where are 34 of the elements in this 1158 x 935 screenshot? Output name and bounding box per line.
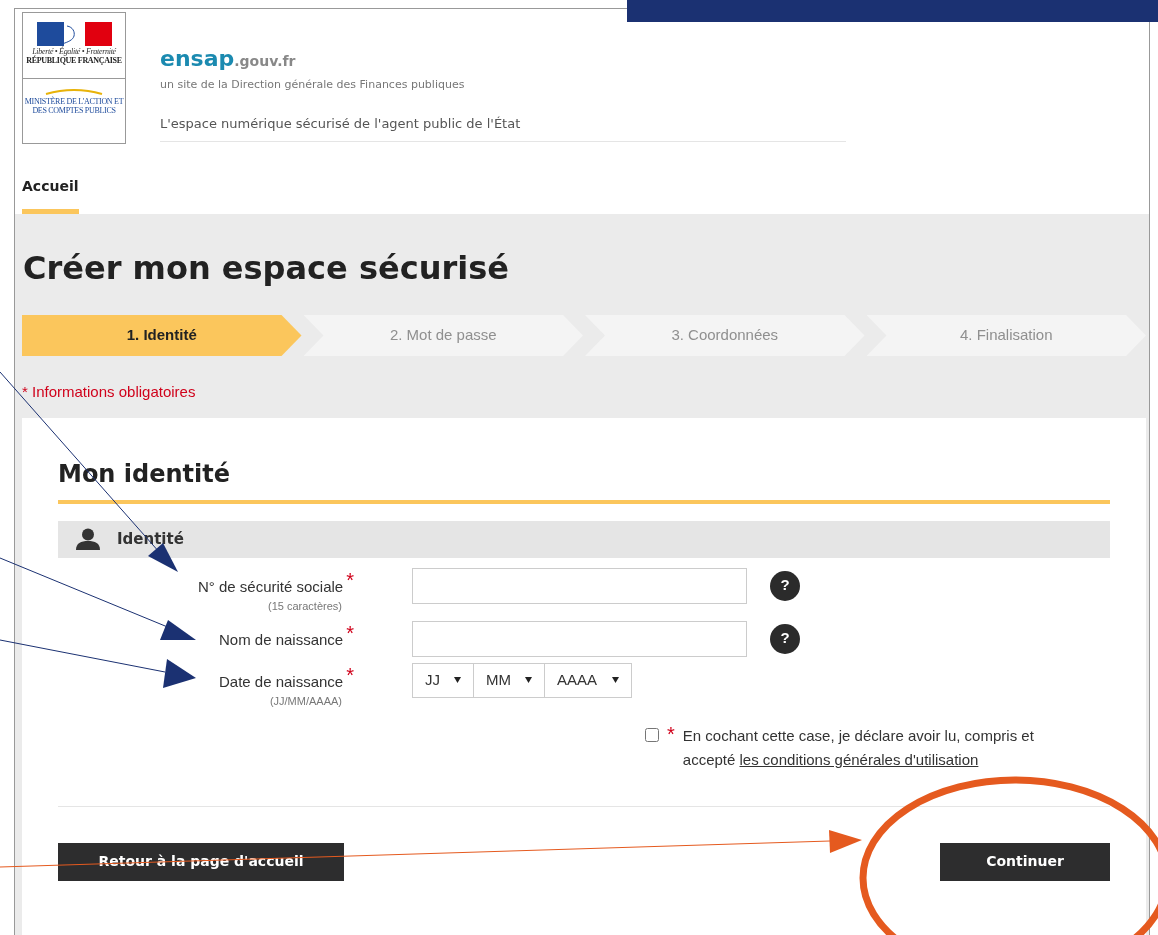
field-hint: (JJ/MM/AAAA)	[269, 694, 343, 709]
page-title: Créer mon espace sécurisé	[23, 248, 510, 289]
flag-logo-icon	[36, 22, 112, 46]
consent-checkbox[interactable]	[645, 727, 659, 742]
caret-icon	[525, 677, 532, 683]
field-label: Nom de naissance	[218, 629, 344, 650]
field-label: N° de sécurité sociale	[197, 576, 344, 597]
consent-text: En cochant cette case, je déclare avoir lu, compris et accepté les conditions générales d'utilisation	[682, 725, 1035, 770]
site-brand: ensap.gouv.fr	[160, 45, 297, 73]
continue-button[interactable]: Continuer	[940, 842, 1110, 881]
logo-ministry: MINISTÈRE DE L'ACTION ET DES COMPTES PUBLICS	[24, 97, 124, 115]
input-field[interactable]	[412, 620, 747, 657]
field-label: Date de naissance	[218, 671, 344, 692]
help-button[interactable]: ?	[770, 623, 800, 654]
site-subtitle: un site de la Direction générale des Finances publiques	[160, 77, 466, 93]
logo-motto: Liberté • Égalité • Fraternité	[32, 47, 116, 56]
caret-icon	[612, 677, 619, 683]
help-button[interactable]: ?	[770, 570, 800, 601]
required-mark: *	[667, 723, 675, 747]
date-select[interactable]: AAAA	[544, 662, 632, 698]
required-note: * Informations obligatoires	[22, 382, 197, 402]
site-tagline: L'espace numérique sécurisé de l'agent public de l'État	[160, 113, 846, 142]
arc-logo-icon	[44, 89, 104, 95]
terms-link[interactable]: les conditions générales d'utilisation	[739, 750, 979, 768]
person-icon	[76, 528, 100, 550]
date-select[interactable]: MM	[473, 662, 545, 698]
caret-icon	[454, 677, 461, 683]
date-select[interactable]: JJ	[412, 662, 474, 698]
input-field[interactable]	[412, 567, 747, 604]
required-mark: *	[346, 569, 354, 590]
required-mark: *	[346, 622, 354, 643]
required-mark: *	[346, 664, 354, 685]
field-hint: (15 caractères)	[268, 599, 343, 614]
logo-republic: RÉPUBLIQUE FRANÇAISE	[26, 56, 122, 65]
